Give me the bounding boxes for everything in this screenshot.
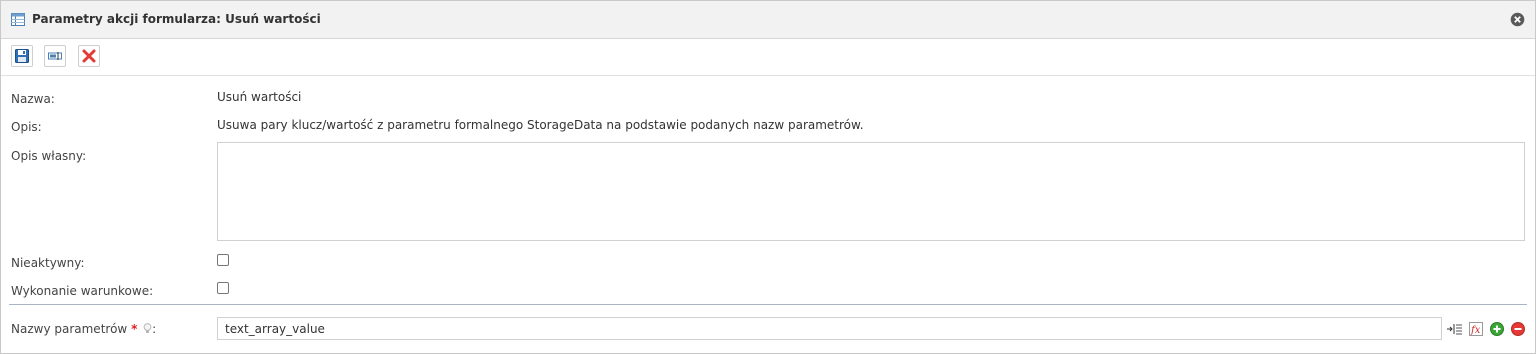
param-names-label: Nazwy parametrów xyxy=(11,322,128,336)
toolbar xyxy=(1,39,1535,76)
dialog-titlebar: Parametry akcji formularza: Usuń wartośc… xyxy=(1,1,1535,39)
add-icon[interactable] xyxy=(1489,321,1505,337)
table-icon xyxy=(11,13,25,26)
description-value: Usuwa pary klucz/wartość z parametru for… xyxy=(217,118,864,132)
dialog: Parametry akcji formularza: Usuń wartośc… xyxy=(0,0,1536,354)
delete-button[interactable] xyxy=(78,45,100,67)
save-icon xyxy=(15,49,29,63)
param-names-colon: : xyxy=(152,322,157,336)
close-icon[interactable] xyxy=(1510,12,1525,27)
hint-bulb-icon[interactable] xyxy=(143,323,152,334)
rename-icon xyxy=(48,52,62,60)
name-value: Usuń wartości xyxy=(217,90,302,104)
inactive-checkbox[interactable] xyxy=(217,254,229,266)
param-names-label-group: Nazwy parametrów * : xyxy=(11,322,156,336)
required-marker: * xyxy=(131,322,138,336)
rename-button[interactable] xyxy=(44,45,66,67)
inactive-label: Nieaktywny: xyxy=(11,256,85,270)
custom-description-textarea[interactable] xyxy=(217,142,1525,241)
remove-icon[interactable] xyxy=(1510,321,1526,337)
svg-text:fx: fx xyxy=(1470,325,1481,336)
custom-description-label: Opis własny: xyxy=(11,149,87,163)
param-names-input[interactable] xyxy=(217,317,1442,340)
description-label: Opis: xyxy=(11,120,42,134)
expression-editor-icon[interactable]: fx xyxy=(1468,321,1484,337)
save-button[interactable] xyxy=(11,45,33,67)
conditional-label: Wykonanie warunkowe: xyxy=(11,284,154,298)
name-label: Nazwa: xyxy=(11,92,55,106)
conditional-checkbox[interactable] xyxy=(217,282,229,294)
delete-icon xyxy=(82,49,96,63)
section-divider xyxy=(9,304,1527,305)
insert-variable-icon[interactable] xyxy=(1447,321,1463,337)
dialog-title: Parametry akcji formularza: Usuń wartośc… xyxy=(32,12,321,26)
